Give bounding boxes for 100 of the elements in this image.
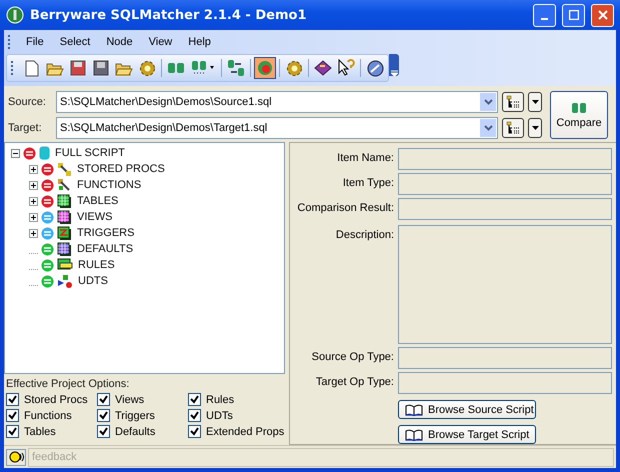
menu-item[interactable]: Node — [99, 34, 140, 50]
expand-toggle[interactable] — [29, 196, 38, 206]
checkbox[interactable] — [188, 393, 201, 406]
field-label: Target Op Type: — [314, 375, 394, 388]
menu-item[interactable]: Help — [181, 34, 218, 50]
chevron-down-icon — [484, 99, 492, 105]
expand-toggle[interactable] — [29, 180, 38, 190]
detail-field[interactable] — [398, 173, 612, 195]
expand-toggle[interactable] — [11, 148, 20, 158]
tree-view-icon — [506, 95, 520, 109]
database-dropdown-icon — [191, 60, 215, 76]
open-folder-icon — [46, 60, 64, 76]
file-label: Source: — [8, 96, 47, 108]
checkbox-label: Tables — [24, 426, 56, 438]
maximize-button[interactable] — [562, 4, 585, 26]
checkbox-label: UDTs — [206, 410, 233, 422]
checkbox[interactable] — [97, 425, 110, 438]
view-icon — [57, 210, 72, 224]
checkbox[interactable] — [97, 393, 110, 406]
defaults-icon — [57, 242, 72, 256]
checkbox[interactable] — [6, 425, 19, 438]
plus-icon — [31, 166, 36, 172]
menu-item[interactable]: Select — [52, 34, 98, 50]
function-icon — [57, 178, 72, 192]
help-pointer-icon — [337, 59, 355, 77]
dropdown-button[interactable] — [528, 92, 542, 112]
browse-script-button[interactable]: Browse Target Script — [398, 425, 536, 444]
user-type-icon — [57, 274, 73, 288]
maximize-icon — [568, 10, 578, 20]
minimize-button[interactable] — [533, 4, 556, 26]
minus-icon — [13, 150, 18, 156]
plus-icon — [31, 214, 36, 220]
tree-node[interactable]: TRIGGERS — [77, 227, 134, 239]
detail-field[interactable] — [398, 198, 612, 220]
dropdown-button[interactable] — [528, 118, 542, 138]
field-label: Item Type: — [342, 176, 394, 189]
gear-icon — [286, 60, 302, 76]
options-title: Effective Project Options: — [6, 378, 130, 390]
procedure-icon — [57, 162, 72, 176]
overflow-icon — [390, 70, 398, 76]
caret-icon — [532, 126, 538, 130]
toolbar-button[interactable] — [225, 57, 247, 79]
caret-icon — [532, 100, 538, 104]
detail-field[interactable] — [398, 148, 612, 170]
tree-node[interactable]: DEFAULTS — [77, 243, 134, 255]
description-field[interactable] — [398, 225, 612, 344]
expand-toggle[interactable] — [29, 212, 38, 222]
checkbox-label: Stored Procs — [24, 394, 88, 406]
tree-node[interactable]: TABLES — [77, 195, 118, 207]
field-label: Source Op Type: — [310, 350, 394, 363]
tree-node[interactable]: UDTS — [78, 275, 108, 287]
app-logo-icon — [6, 6, 24, 24]
menu-item[interactable]: File — [19, 34, 51, 50]
menu-item[interactable]: View — [142, 34, 180, 50]
expand-toggle[interactable] — [29, 164, 38, 174]
record-icon — [257, 60, 273, 76]
checkbox-label: Functions — [24, 410, 72, 422]
table-icon — [57, 194, 72, 208]
feedback-field[interactable]: feedback — [28, 448, 614, 466]
checkbox[interactable] — [6, 409, 19, 422]
tree-node[interactable]: STORED PROCS — [77, 163, 165, 175]
checkbox[interactable] — [97, 409, 110, 422]
tree-node[interactable]: FULL SCRIPT — [55, 147, 125, 159]
chevron-down-icon — [484, 125, 492, 131]
expand-toggle[interactable] — [29, 228, 38, 238]
tree-view-icon — [506, 121, 520, 135]
checkbox-label: Rules — [206, 394, 234, 406]
checkbox-label: Extended Props — [206, 426, 284, 438]
field-label: Item Name: — [336, 151, 394, 164]
detail-field[interactable] — [398, 347, 612, 369]
open-folder-icon — [115, 60, 133, 76]
checkbox-label: Triggers — [115, 410, 155, 422]
checkbox[interactable] — [6, 393, 19, 406]
file-label: Target: — [8, 122, 43, 134]
checkbox[interactable] — [188, 425, 201, 438]
database-icon — [571, 102, 587, 114]
field-label: Comparison Result: — [296, 201, 394, 214]
plus-icon — [31, 230, 36, 236]
field-label: Description: — [334, 228, 394, 241]
checkbox-label: Defaults — [115, 426, 156, 438]
trigger-icon — [57, 226, 72, 240]
tree-options-button[interactable] — [502, 118, 524, 138]
speaker-status-icon — [6, 448, 26, 466]
close-button[interactable] — [591, 4, 614, 26]
minimize-icon — [541, 18, 548, 20]
window-title: Berryware SQLMatcher 2.1.4 - Demo1 — [30, 8, 308, 22]
swap-icon — [227, 59, 245, 77]
file-path-combo[interactable]: S:\SQLMatcher\Design\Demos\Source1.sql — [56, 91, 498, 113]
tree-node[interactable]: VIEWS — [77, 211, 112, 223]
detail-field[interactable] — [398, 372, 612, 394]
toolbar-overflow-button[interactable] — [389, 54, 399, 76]
tree-options-button[interactable] — [502, 92, 524, 112]
database-icon — [39, 146, 50, 160]
file-path-combo[interactable]: S:\SQLMatcher\Design\Demos\Target1.sql — [56, 117, 498, 139]
checkbox[interactable] — [188, 409, 201, 422]
tree-node[interactable]: FUNCTIONS — [77, 179, 142, 191]
tree-node[interactable]: RULES — [78, 259, 115, 271]
compare-button[interactable]: Compare — [550, 91, 608, 139]
browse-script-button[interactable]: Browse Source Script — [398, 400, 536, 419]
database-icon — [167, 61, 185, 75]
